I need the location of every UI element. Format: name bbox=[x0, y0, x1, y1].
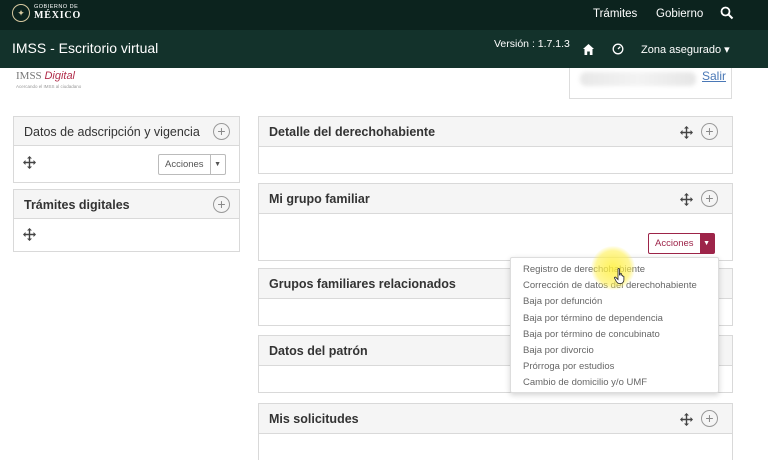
panel-title: Mi grupo familiar bbox=[269, 192, 370, 206]
move-icon[interactable] bbox=[680, 193, 693, 206]
menu-item-baja-defuncion[interactable]: Baja por defunción bbox=[523, 296, 602, 307]
imss-digital-logo: IMSS Digital Acercando el IMSS al ciudad… bbox=[16, 70, 81, 89]
caret-down-icon: ▼ bbox=[214, 161, 222, 168]
logo-big-text: MÉXICO bbox=[34, 9, 82, 21]
menu-item-prorroga[interactable]: Prórroga por estudios bbox=[523, 361, 614, 372]
expand-plus-icon[interactable]: + bbox=[213, 123, 230, 140]
acciones-label: Acciones bbox=[655, 238, 694, 249]
zona-asegurado-menu[interactable]: Zona asegurado ▾ bbox=[641, 43, 730, 56]
move-icon[interactable] bbox=[680, 126, 693, 139]
panel-title: Mis solicitudes bbox=[269, 412, 359, 426]
panel-title: Datos del patrón bbox=[269, 344, 368, 358]
imss-text: IMSS bbox=[16, 70, 42, 82]
panel-title: Detalle del derechohabiente bbox=[269, 125, 436, 139]
version-label: Versión : 1.7.1.3 bbox=[494, 38, 570, 50]
panel-adscripcion: Datos de adscripción y vigencia + Accion… bbox=[13, 116, 240, 183]
eagle-seal-icon: ✦ bbox=[12, 4, 30, 22]
menu-item-cambio-domicilio[interactable]: Cambio de domicilio y/o UMF bbox=[523, 377, 647, 388]
panel-tramites-digitales: Trámites digitales + bbox=[13, 189, 240, 252]
acciones-button-active[interactable]: Acciones ▼ bbox=[648, 233, 715, 254]
expand-plus-icon[interactable]: + bbox=[701, 123, 718, 140]
move-icon[interactable] bbox=[680, 413, 693, 426]
move-icon[interactable] bbox=[23, 156, 36, 169]
acciones-button[interactable]: Acciones ▼ bbox=[158, 154, 226, 175]
acciones-label: Acciones bbox=[159, 155, 211, 174]
panel-title: Datos de adscripción y vigencia bbox=[24, 125, 200, 139]
logo-tagline: Acercando el IMSS al ciudadano bbox=[16, 84, 82, 89]
app-title: IMSS - Escritorio virtual bbox=[12, 40, 159, 56]
menu-item-registro[interactable]: Registro de derechohabiente bbox=[523, 264, 645, 275]
nav-link-gobierno[interactable]: Gobierno bbox=[656, 8, 703, 20]
panel-mi-grupo-familiar: Mi grupo familiar + Acciones ▼ bbox=[258, 183, 733, 261]
panel-title: Trámites digitales bbox=[24, 198, 130, 212]
hand-cursor-icon bbox=[614, 268, 625, 284]
panel-header: Detalle del derechohabiente + bbox=[259, 117, 732, 147]
panel-header: Mis solicitudes + bbox=[259, 404, 732, 434]
expand-plus-icon[interactable]: + bbox=[213, 196, 230, 213]
nav-link-tramites[interactable]: Trámites bbox=[593, 8, 637, 20]
search-icon[interactable] bbox=[720, 6, 734, 20]
panel-header: Datos de adscripción y vigencia + bbox=[14, 117, 239, 146]
caret-down-icon: ▼ bbox=[699, 234, 714, 253]
digital-text: Digital bbox=[44, 70, 76, 82]
panel-detalle-derechohabiente: Detalle del derechohabiente + bbox=[258, 116, 733, 174]
panel-mis-solicitudes: Mis solicitudes + bbox=[258, 403, 733, 460]
logout-link[interactable]: Salir bbox=[702, 69, 726, 83]
expand-plus-icon[interactable]: + bbox=[701, 190, 718, 207]
expand-plus-icon[interactable]: + bbox=[701, 410, 718, 427]
panel-header: Mi grupo familiar + bbox=[259, 184, 732, 214]
move-icon[interactable] bbox=[23, 228, 36, 241]
app-header: IMSS - Escritorio virtual Versión : 1.7.… bbox=[0, 30, 768, 68]
menu-item-baja-concubinato[interactable]: Baja por término de concubinato bbox=[523, 329, 660, 340]
panel-title: Grupos familiares relacionados bbox=[269, 277, 456, 291]
dashboard-icon[interactable] bbox=[612, 43, 624, 55]
government-bar: ✦ GOBIERNO DE MÉXICO Trámites Gobierno bbox=[0, 0, 768, 30]
gobierno-logo[interactable]: ✦ GOBIERNO DE MÉXICO bbox=[12, 4, 81, 22]
blurred-user-name bbox=[580, 72, 696, 86]
menu-item-baja-divorcio[interactable]: Baja por divorcio bbox=[523, 345, 594, 356]
panel-header: Trámites digitales + bbox=[14, 190, 239, 219]
home-icon[interactable] bbox=[582, 43, 595, 56]
menu-item-correccion[interactable]: Corrección de datos del derechohabiente bbox=[523, 280, 697, 291]
menu-item-baja-dependencia[interactable]: Baja por término de dependencia bbox=[523, 313, 663, 324]
